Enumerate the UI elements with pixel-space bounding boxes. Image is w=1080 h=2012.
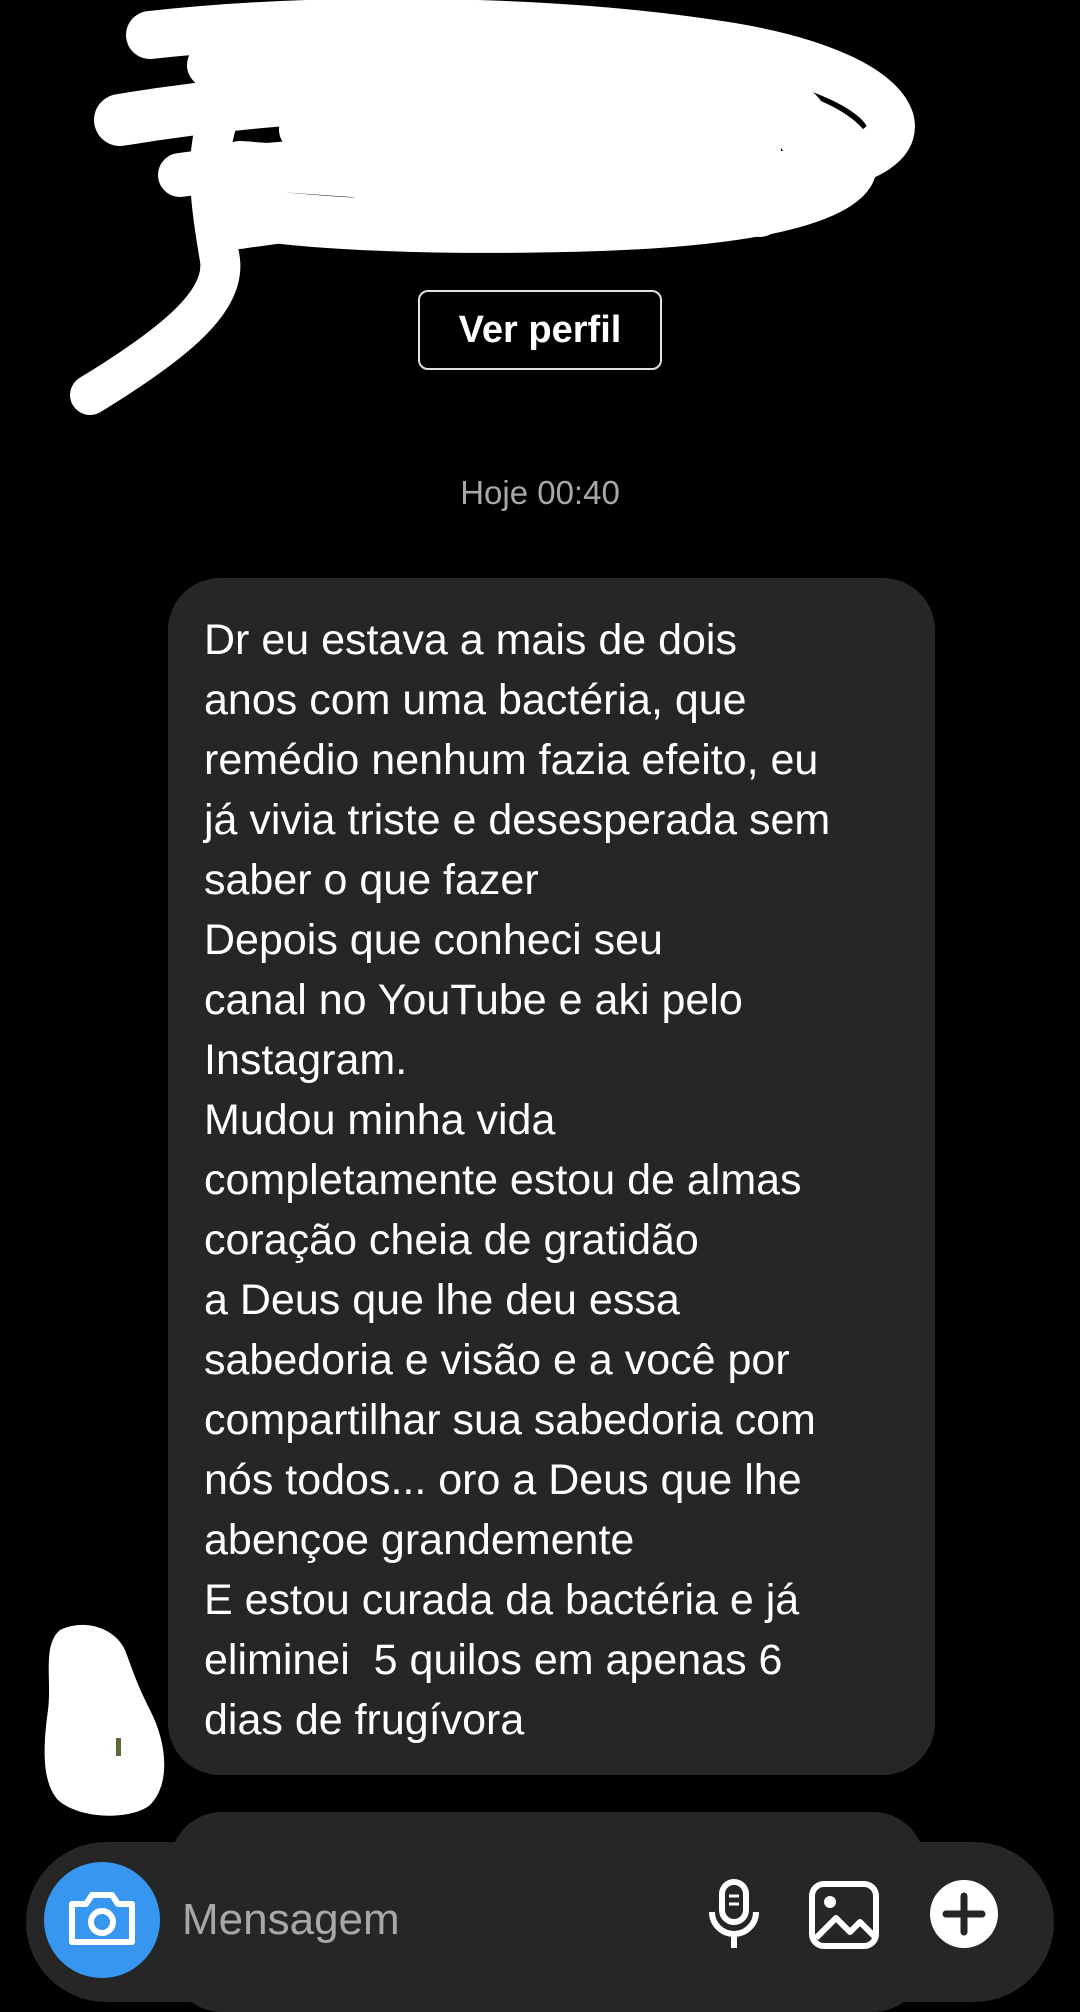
message-composer [26, 1842, 1054, 2002]
gallery-icon [809, 1881, 879, 1949]
message-line: Instagram. [204, 1036, 408, 1084]
microphone-icon [709, 1879, 759, 1948]
message-timestamp: Hoje 00:40 [460, 474, 620, 511]
message-input[interactable] [182, 1890, 702, 1950]
message-line: eliminei 5 quilos em apenas 6 [204, 1636, 783, 1684]
view-profile-button[interactable]: Ver perfil [418, 290, 662, 370]
received-message-bubble[interactable]: Dr eu estava a mais de dois anos com uma… [168, 578, 935, 1775]
microphone-button[interactable] [696, 1876, 772, 1952]
message-line: saber o que fazer [204, 856, 539, 904]
gallery-button[interactable] [806, 1876, 882, 1952]
message-line: abençoe grandemente [204, 1516, 635, 1564]
message-line: canal no YouTube e aki pelo [204, 976, 743, 1024]
camera-button[interactable] [44, 1862, 160, 1978]
message-line: Depois que conheci seu [204, 916, 663, 964]
message-line: completamente estou de almas [204, 1156, 802, 1204]
message-line: já vivia triste e desesperada sem [204, 796, 831, 844]
message-line: E estou curada da bactéria e já [204, 1576, 800, 1624]
message-line: coração cheia de gratidão [204, 1216, 699, 1264]
message-line: a Deus que lhe deu essa [204, 1276, 680, 1324]
message-line: anos com uma bactéria, que [204, 676, 747, 724]
avatar-redaction [44, 1624, 165, 1816]
message-line: compartilhar sua sabedoria com [204, 1396, 816, 1444]
message-line: Dr eu estava a mais de dois [204, 616, 737, 664]
more-options-button[interactable] [926, 1876, 1002, 1952]
message-line: sabedoria e visão e a você por [204, 1336, 790, 1384]
message-line: nós todos... oro a Deus que lhe [204, 1456, 802, 1504]
message-line: dias de frugívora [204, 1696, 525, 1744]
camera-icon [69, 1892, 135, 1945]
plus-icon [930, 1880, 998, 1948]
message-line: remédio nenhum fazia efeito, eu [204, 736, 819, 784]
message-line: Mudou minha vida [204, 1096, 556, 1144]
